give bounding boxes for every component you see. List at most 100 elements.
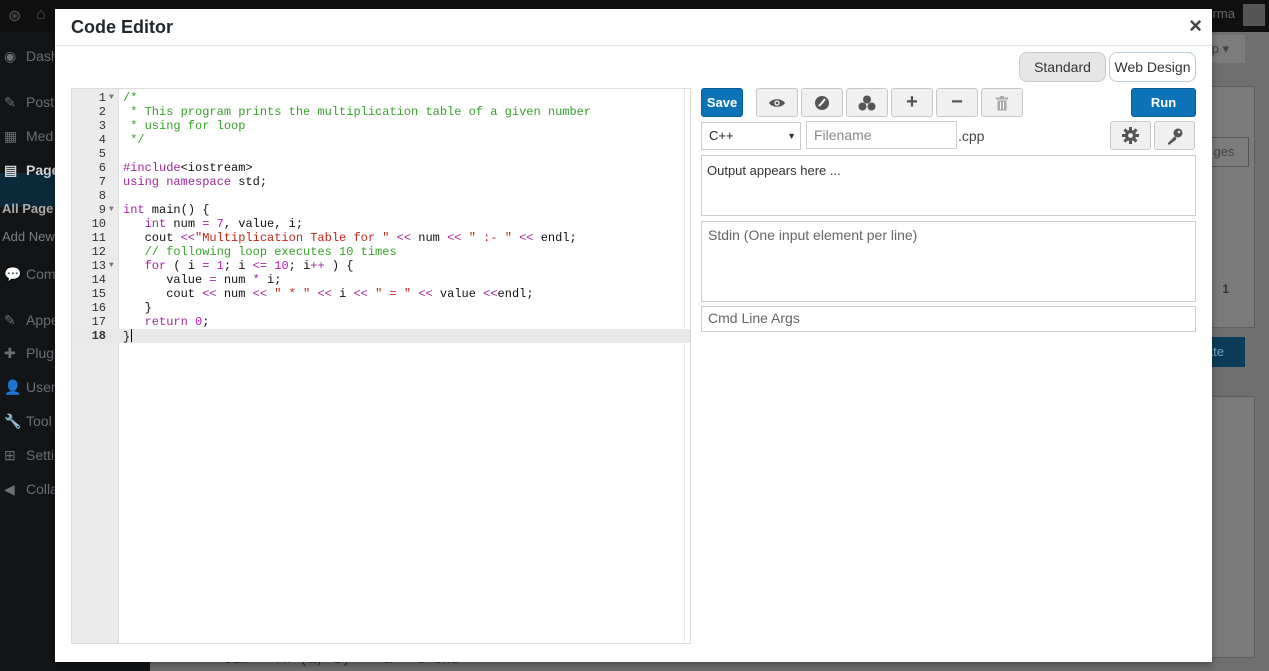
web-design-mode-button[interactable]: Web Design [1109, 52, 1196, 82]
cmd-line-args-input[interactable] [701, 306, 1196, 332]
code-line[interactable]: 12 // following loop executes 10 times [72, 245, 690, 259]
code-line[interactable]: 17 return 0; [72, 315, 690, 329]
code-line[interactable]: 3 * using for loop [72, 119, 690, 133]
code-line[interactable]: 15 cout << num << " * " << i << " = " <<… [72, 287, 690, 301]
line-number: 9 [98, 203, 106, 217]
code-text: return 0; [123, 315, 210, 329]
avatar [1243, 4, 1265, 26]
line-number: 2 [98, 105, 106, 119]
code-line[interactable]: 16 } [72, 301, 690, 315]
sidebar-item-icon: ◉ [4, 48, 17, 64]
sidebar-item-icon: 🔧 [4, 413, 22, 429]
line-number: 8 [98, 189, 106, 203]
code-line[interactable]: 6 #include<iostream> [72, 161, 690, 175]
code-token: std; [231, 175, 268, 189]
code-token: << [447, 231, 462, 245]
file-extension: .cpp [958, 128, 985, 144]
line-number: 12 [91, 245, 106, 259]
code-token: return [144, 315, 188, 329]
code-line[interactable]: 18} [72, 329, 690, 344]
code-line[interactable]: 7 using namespace std; [72, 175, 690, 189]
palette-icon [815, 96, 829, 111]
code-editor[interactable]: 1 ▼/* 2 * This program prints the multipli… [71, 88, 691, 644]
sidebar-item-icon: ✎ [4, 94, 16, 110]
line-number: 10 [91, 217, 106, 231]
sidebar-item-label: Appe [26, 312, 59, 328]
code-token: ++ [310, 259, 325, 273]
code-line[interactable]: 13 ▼ for ( i = 1; i <= 10; i++ ) { [72, 259, 690, 273]
code-token: " :- " [468, 231, 512, 245]
code-token: ; [202, 315, 210, 329]
language-select[interactable]: C++ ▼ [701, 122, 801, 150]
fold-toggle-icon[interactable]: ▼ [109, 91, 114, 105]
code-line[interactable]: 4 */ [72, 133, 690, 147]
code-line[interactable]: 8 [72, 189, 690, 203]
code-token: = [209, 273, 217, 287]
code-token: for [144, 259, 167, 273]
code-line[interactable]: 1 ▼ /* [72, 91, 690, 105]
sidebar-item-label: User [26, 379, 56, 395]
line-number: 17 [91, 315, 106, 329]
line-number: 16 [91, 301, 106, 315]
sidebar-item-label: Setti [26, 447, 55, 463]
code-line[interactable]: 5 [72, 147, 690, 161]
delete-button[interactable] [981, 88, 1023, 117]
sidebar-item-label: Tool [26, 413, 52, 429]
close-icon[interactable]: × [1189, 14, 1202, 38]
fold-toggle-icon[interactable]: ▼ [109, 259, 114, 273]
code-text: int num = 7, value, i; [123, 217, 303, 231]
sidebar-item: 👤 User [4, 379, 56, 396]
code-text: */ [123, 133, 145, 147]
code-token: , value, i; [223, 217, 304, 231]
code-token: */ [123, 133, 145, 147]
code-token: << [180, 231, 196, 245]
code-lines[interactable]: 1 ▼/* 2 * This program prints the multipli… [72, 91, 690, 344]
stdin-input[interactable] [701, 221, 1196, 302]
code-text: // following loop executes 10 times [123, 245, 397, 259]
code-token: ; i [223, 259, 253, 273]
code-token: * [252, 273, 260, 287]
code-line[interactable]: 9 ▼ int main() { [72, 203, 690, 217]
plus-icon: + [906, 91, 918, 113]
preview-button[interactable] [756, 88, 798, 117]
code-line[interactable]: 10 int num = 7, value, i; [72, 217, 690, 231]
code-token: cout [123, 231, 181, 245]
code-text: cout << num << " * " << i << " = " << va… [123, 287, 533, 301]
line-number: 4 [98, 133, 106, 147]
sidebar-item-label: Med [26, 128, 54, 144]
modal-header: Code Editor × [55, 9, 1212, 46]
line-number: 3 [98, 119, 106, 133]
code-token: << [202, 287, 217, 301]
theme-button[interactable] [801, 88, 843, 117]
sidebar-item-icon: ▤ [4, 162, 18, 178]
sidebar-item: ▦ Med [4, 128, 53, 145]
api-key-button[interactable] [1154, 121, 1195, 150]
settings-button[interactable] [1110, 121, 1151, 150]
line-number: 13 [91, 259, 106, 273]
key-icon [1167, 128, 1182, 145]
fold-toggle-icon[interactable]: ▼ [109, 203, 114, 217]
code-line[interactable]: 2 * This program prints the multiplicati… [72, 105, 690, 119]
standard-mode-button[interactable]: Standard [1019, 52, 1106, 82]
code-token: " * " [274, 287, 311, 301]
code-line[interactable]: 11 cout <<"Multiplication Table for " <<… [72, 231, 690, 245]
sidebar-item-label: Plug [26, 345, 55, 361]
save-button[interactable]: Save [701, 88, 743, 117]
sidebar-item-icon: ◀ [4, 481, 15, 497]
sidebar-item-label: Colla [26, 481, 58, 497]
code-token: int [144, 217, 167, 231]
code-line[interactable]: 14 value = num * i; [72, 273, 690, 287]
decrease-font-button[interactable]: − [936, 88, 978, 117]
code-token: main() { [144, 203, 210, 217]
sidebar-item: ◀ Colla [4, 481, 58, 498]
code-token: 1 [216, 259, 224, 273]
filename-input[interactable] [806, 121, 957, 149]
code-token: namespace [166, 175, 232, 189]
share-button[interactable] [846, 88, 888, 117]
increase-font-button[interactable]: + [891, 88, 933, 117]
sidebar-sub-add-new: Add New [2, 229, 55, 244]
run-button[interactable]: Run [1131, 88, 1196, 117]
